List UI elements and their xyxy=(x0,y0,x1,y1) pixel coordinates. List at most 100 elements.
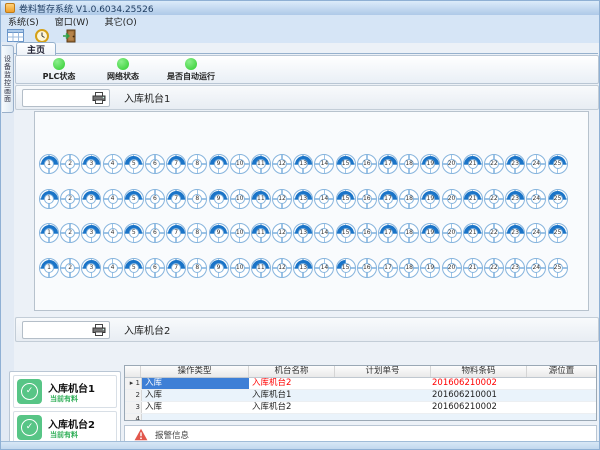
table-cell[interactable] xyxy=(524,390,596,401)
task-table: 操作类型 机台名称 计划单号 物料条码 源位置 ▸ 1入库入库机台2201606… xyxy=(124,365,597,421)
row-header: 4 xyxy=(125,414,142,421)
slot-row-1: 1234567891011121314151617181920212223242… xyxy=(39,154,589,174)
titlebar: 卷料暂存系统 V1.0.6034.25526 xyxy=(1,1,599,15)
auto-run-indicator: 是否自动运行 xyxy=(154,58,228,82)
menu-other[interactable]: 其它(O) xyxy=(105,15,137,28)
calendar-icon[interactable] xyxy=(6,29,24,43)
col-header-plan[interactable]: 计划单号 xyxy=(335,366,431,377)
col-header-source[interactable]: 源位置 xyxy=(527,366,596,377)
table-cell[interactable] xyxy=(249,414,334,421)
slot-4-12: 12 xyxy=(272,258,292,278)
row-header: ▸ 1 xyxy=(125,378,142,389)
table-cell[interactable] xyxy=(334,402,429,413)
grid-body: ▸ 1入库入库机台22016062100022入库入库机台12016062100… xyxy=(125,378,596,421)
slot-3-25: 25 xyxy=(548,223,568,243)
slot-2-5: 5 xyxy=(124,189,144,209)
table-cell[interactable] xyxy=(334,390,429,401)
table-cell[interactable] xyxy=(334,414,429,421)
section-title: 入库机台1 xyxy=(124,86,170,109)
table-cell[interactable]: 入库机台2 xyxy=(249,378,334,389)
slot-4-1: 1 xyxy=(39,258,59,278)
plc-status-indicator: PLC状态 xyxy=(30,58,88,82)
slot-1-22: 22 xyxy=(484,154,504,174)
table-cell[interactable]: 入库机台1 xyxy=(249,390,334,401)
machine-card-2[interactable]: ✓ 入库机台2 当前有料 xyxy=(13,411,117,444)
slot-4-5: 5 xyxy=(124,258,144,278)
slot-4-3: 3 xyxy=(81,258,101,278)
slot-4-22: 22 xyxy=(484,258,504,278)
slot-4-17: 17 xyxy=(378,258,398,278)
slot-1-21: 21 xyxy=(463,154,483,174)
table-cell[interactable]: 201606210002 xyxy=(429,402,524,413)
slot-1-18: 18 xyxy=(399,154,419,174)
slot-row-3: 1234567891011121314151617181920212223242… xyxy=(39,223,589,243)
slot-4-2: 2 xyxy=(60,258,80,278)
green-light-icon xyxy=(185,58,197,70)
table-cell[interactable]: 入库机台2 xyxy=(249,402,334,413)
slot-3-2: 2 xyxy=(60,223,80,243)
slot-4-11: 11 xyxy=(251,258,271,278)
table-header-row: 操作类型 机台名称 计划单号 物料条码 源位置 xyxy=(125,366,596,378)
col-header-operation[interactable]: 操作类型 xyxy=(141,366,249,377)
slot-2-23: 23 xyxy=(505,189,525,209)
table-cell[interactable]: 201606210002 xyxy=(429,378,524,389)
table-cell[interactable] xyxy=(142,414,249,421)
table-cell[interactable] xyxy=(334,378,429,389)
slot-2-13: 13 xyxy=(293,189,313,209)
slot-4-24: 24 xyxy=(526,258,546,278)
slot-4-16: 16 xyxy=(357,258,377,278)
slot-3-23: 23 xyxy=(505,223,525,243)
clock-icon[interactable] xyxy=(33,29,51,43)
toolbar xyxy=(1,28,599,43)
slot-3-20: 20 xyxy=(442,223,462,243)
slot-3-22: 22 xyxy=(484,223,504,243)
print-button[interactable] xyxy=(22,321,110,339)
menubar: 系统(S) 窗口(W) 其它(O) xyxy=(1,15,599,28)
slot-3-12: 12 xyxy=(272,223,292,243)
table-row[interactable]: 4 xyxy=(125,414,596,421)
slot-3-11: 11 xyxy=(251,223,271,243)
slot-2-2: 2 xyxy=(60,189,80,209)
table-cell[interactable] xyxy=(429,414,524,421)
machine-card-1[interactable]: ✓ 入库机台1 当前有料 xyxy=(13,375,117,408)
slot-1-11: 11 xyxy=(251,154,271,174)
col-header-machine[interactable]: 机台名称 xyxy=(249,366,335,377)
slot-3-13: 13 xyxy=(293,223,313,243)
slot-1-24: 24 xyxy=(526,154,546,174)
slot-row-4: 1234567891011121314151617181920212223242… xyxy=(39,258,589,278)
slot-3-21: 21 xyxy=(463,223,483,243)
slot-4-9: 9 xyxy=(209,258,229,278)
alarm-label: 报警信息 xyxy=(155,429,189,441)
tab-home[interactable]: 主页 xyxy=(16,42,56,55)
table-row[interactable]: 3入库入库机台2201606210002 xyxy=(125,402,596,414)
side-panel-tab[interactable]: 设备监控画面 xyxy=(2,45,14,113)
indicator-label: PLC状态 xyxy=(43,71,76,82)
table-cell[interactable] xyxy=(524,402,596,413)
table-cell[interactable]: 入库 xyxy=(142,390,249,401)
menu-window[interactable]: 窗口(W) xyxy=(55,15,89,28)
table-row[interactable]: ▸ 1入库入库机台2 201606210002 xyxy=(125,378,596,390)
slot-4-20: 20 xyxy=(442,258,462,278)
slot-3-6: 6 xyxy=(145,223,165,243)
menu-system[interactable]: 系统(S) xyxy=(8,15,39,28)
slot-1-1: 1 xyxy=(39,154,59,174)
table-cell[interactable]: 201606210001 xyxy=(429,390,524,401)
exit-door-icon[interactable] xyxy=(60,29,78,43)
slot-1-10: 10 xyxy=(230,154,250,174)
slot-4-7: 7 xyxy=(166,258,186,278)
table-row[interactable]: 2入库入库机台1201606210001 xyxy=(125,390,596,402)
table-cell[interactable]: 入库 xyxy=(142,378,249,389)
print-button[interactable] xyxy=(22,89,110,107)
table-cell[interactable]: 入库 xyxy=(142,402,249,413)
check-icon: ✓ xyxy=(17,415,42,440)
slot-1-8: 8 xyxy=(187,154,207,174)
slot-2-20: 20 xyxy=(442,189,462,209)
statusbar xyxy=(1,441,599,449)
table-cell[interactable] xyxy=(524,378,596,389)
status-indicator-panel: PLC状态 网络状态 是否自动运行 xyxy=(15,55,599,84)
slot-2-10: 10 xyxy=(230,189,250,209)
table-cell[interactable] xyxy=(524,414,596,421)
slot-2-9: 9 xyxy=(209,189,229,209)
slot-3-8: 8 xyxy=(187,223,207,243)
col-header-barcode[interactable]: 物料条码 xyxy=(431,366,527,377)
